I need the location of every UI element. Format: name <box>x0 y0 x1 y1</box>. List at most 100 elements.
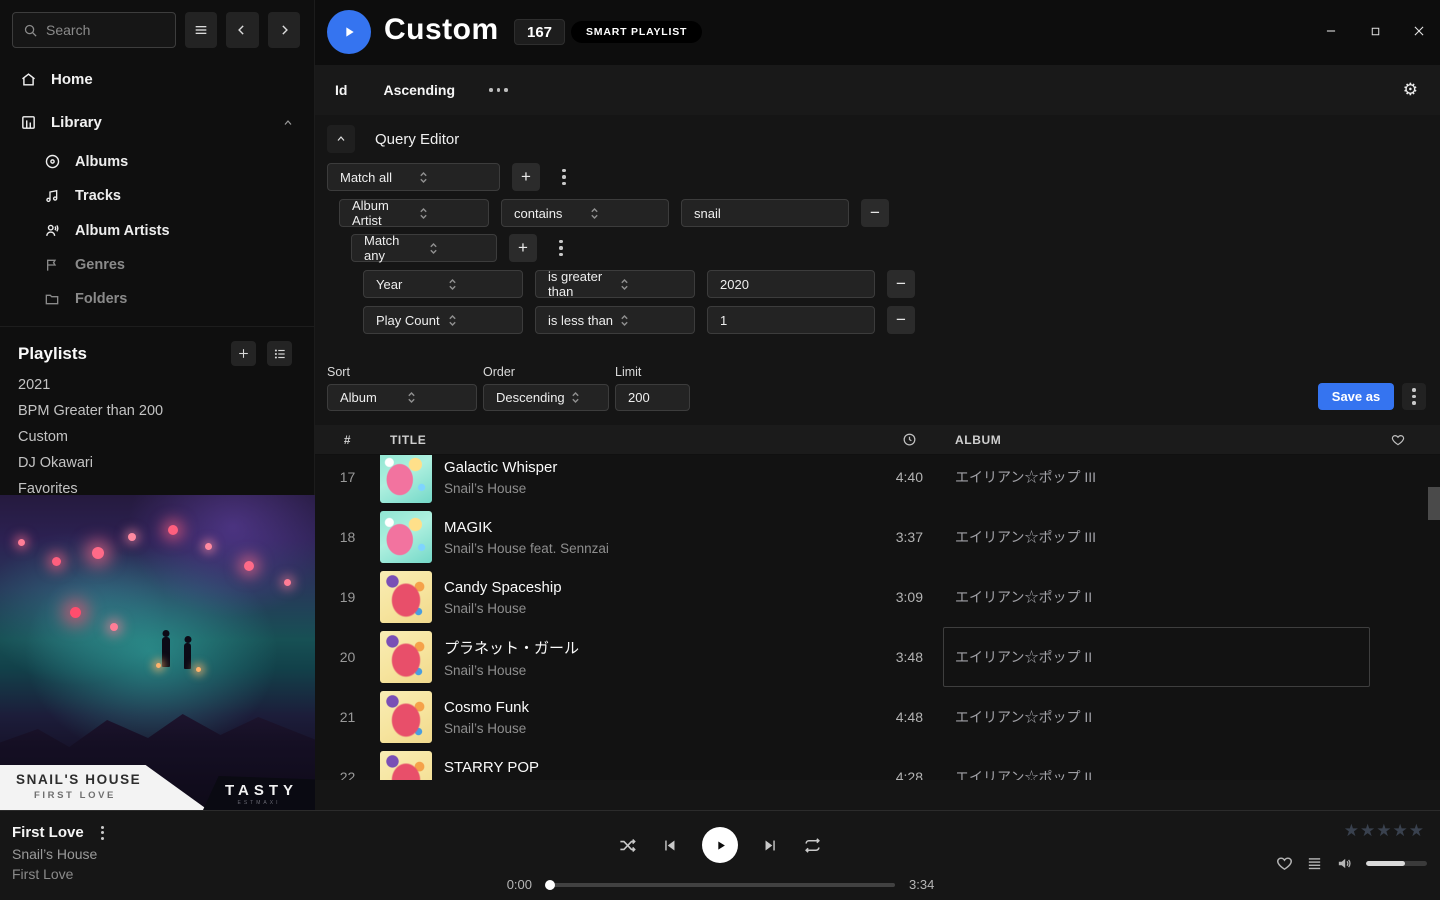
playlist-item[interactable]: DJ Okawari <box>0 450 314 476</box>
track-album[interactable]: エイリアン☆ポップ II <box>955 747 1370 780</box>
remove-rule-button[interactable]: − <box>861 199 889 227</box>
track-row[interactable]: 19 Candy SpaceshipSnail’s House 3:09 エイリ… <box>315 567 1440 627</box>
page-title: Custom <box>384 13 499 47</box>
sidebar-item-genres[interactable]: Genres <box>0 248 314 282</box>
track-row[interactable]: 20 プラネット・ガールSnail’s House 3:48 エイリアン☆ポップ… <box>315 627 1440 687</box>
shuffle-icon[interactable] <box>618 836 637 855</box>
playlist-item[interactable]: BPM Greater than 200 <box>0 398 314 424</box>
sidebar-item-folders[interactable]: Folders <box>0 282 314 316</box>
sidebar-item-album-artists[interactable]: Album Artists <box>0 213 314 248</box>
sidebar-item-tracks[interactable]: Tracks <box>0 179 314 213</box>
root-match-select[interactable]: Match all <box>327 163 500 191</box>
close-button[interactable] <box>1408 18 1430 44</box>
column-favorite[interactable] <box>1370 433 1426 447</box>
rule-operator-select[interactable]: contains <box>501 199 669 227</box>
nav-back-button[interactable] <box>226 12 258 48</box>
save-as-button[interactable]: Save as <box>1318 383 1394 410</box>
track-album[interactable]: エイリアン☆ポップ III <box>955 507 1370 567</box>
scrollbar-thumb[interactable] <box>1428 487 1440 520</box>
nav-forward-button[interactable] <box>268 12 300 48</box>
column-index[interactable]: # <box>315 433 380 447</box>
playlist-item[interactable]: Custom <box>0 424 314 450</box>
selector-icon <box>419 206 480 221</box>
order-select[interactable]: Descending <box>483 384 609 411</box>
track-album[interactable]: エイリアン☆ポップ II <box>955 567 1370 627</box>
add-rule-button[interactable]: + <box>512 163 540 191</box>
rule-field-select[interactable]: Play Count <box>363 306 523 334</box>
track-album-focused-cell[interactable]: エイリアン☆ポップ II <box>943 627 1370 687</box>
lantern-light <box>284 579 291 586</box>
search-box[interactable] <box>12 12 176 48</box>
sidebar-item-home[interactable]: Home <box>0 58 314 101</box>
rule-value-input[interactable] <box>707 270 875 298</box>
track-artist: Snail’s House <box>444 663 843 678</box>
order-label: Order <box>483 365 515 379</box>
smart-playlist-badge: SMART PLAYLIST <box>571 21 702 43</box>
seek-handle[interactable] <box>545 880 555 890</box>
rule-field-select[interactable]: Year <box>363 270 523 298</box>
add-subrule-button[interactable]: + <box>509 234 537 262</box>
favorite-heart-icon[interactable] <box>1276 855 1293 872</box>
star-icon[interactable]: ★ <box>1393 821 1408 841</box>
rule-operator-select[interactable]: is greater than <box>535 270 695 298</box>
sidebar-item-albums[interactable]: Albums <box>0 144 314 179</box>
repeat-icon[interactable] <box>803 836 822 855</box>
queue-icon[interactable] <box>1306 855 1323 872</box>
track-album[interactable]: エイリアン☆ポップ III <box>955 455 1370 507</box>
track-row[interactable]: 18 MAGIKSnail’s House feat. Sennzai 3:37… <box>315 507 1440 567</box>
play-pause-button[interactable] <box>702 827 738 863</box>
seek-bar[interactable] <box>546 883 895 887</box>
minimize-button[interactable] <box>1320 18 1342 44</box>
playlist-list-icon-button[interactable] <box>267 341 292 366</box>
rule-value-input[interactable] <box>707 306 875 334</box>
track-row[interactable]: 22 STARRY POPSnail’s House 4:28 エイリアン☆ポッ… <box>315 747 1440 780</box>
playlist-item[interactable]: 2021 <box>0 372 314 398</box>
star-icon[interactable]: ★ <box>1344 821 1359 841</box>
column-album[interactable]: ALBUM <box>955 433 1370 447</box>
search-input[interactable] <box>46 22 156 38</box>
star-icon[interactable]: ★ <box>1376 821 1391 841</box>
gear-icon[interactable]: ⚙ <box>1403 80 1418 100</box>
remove-rule-button[interactable]: − <box>887 270 915 298</box>
track-album[interactable]: エイリアン☆ポップ II <box>955 687 1370 747</box>
star-icon[interactable]: ★ <box>1409 821 1424 841</box>
rule-operator-select[interactable]: is less than <box>535 306 695 334</box>
subgroup-match-select[interactable]: Match any <box>351 234 497 262</box>
track-title: プラネット・ガール <box>444 637 843 658</box>
remove-rule-button[interactable]: − <box>887 306 915 334</box>
chevron-up-icon[interactable] <box>282 117 294 129</box>
hamburger-icon <box>193 22 209 38</box>
more-options-icon[interactable] <box>489 88 508 92</box>
limit-label: Limit <box>615 365 641 379</box>
column-title[interactable]: TITLE <box>380 433 843 447</box>
track-title: Cosmo Funk <box>444 699 843 716</box>
menu-button[interactable] <box>185 12 217 48</box>
sort-select[interactable]: Album <box>327 384 477 411</box>
volume-slider[interactable] <box>1366 861 1427 866</box>
track-row[interactable]: 21 Cosmo FunkSnail’s House 4:48 エイリアン☆ポッ… <box>315 687 1440 747</box>
next-track-icon[interactable] <box>762 837 779 854</box>
sidebar-item-label: Tracks <box>75 188 121 204</box>
now-playing-album[interactable]: First Love <box>12 866 109 882</box>
subgroup-options-icon[interactable] <box>549 234 573 262</box>
add-playlist-button[interactable] <box>231 341 256 366</box>
sort-order-control[interactable]: Ascending <box>383 82 455 98</box>
play-playlist-button[interactable] <box>327 10 371 54</box>
maximize-button[interactable] <box>1364 18 1386 44</box>
save-options-icon[interactable] <box>1402 383 1426 410</box>
sidebar-item-library[interactable]: Library <box>0 101 314 144</box>
rule-field-select[interactable]: Album Artist <box>339 199 489 227</box>
column-duration[interactable] <box>843 432 923 447</box>
now-playing-options-icon[interactable] <box>97 825 109 841</box>
track-count-badge: 167 <box>514 19 565 45</box>
previous-track-icon[interactable] <box>661 837 678 854</box>
collapse-query-editor-button[interactable] <box>327 125 355 153</box>
sort-field-control[interactable]: Id <box>335 82 347 98</box>
now-playing-artist[interactable]: Snail’s House <box>12 846 109 862</box>
group-options-icon[interactable] <box>552 163 576 191</box>
rule-value-input[interactable] <box>681 199 849 227</box>
limit-input[interactable] <box>615 384 690 411</box>
star-icon[interactable]: ★ <box>1360 821 1375 841</box>
volume-icon[interactable] <box>1336 855 1353 872</box>
track-row[interactable]: 17 Galactic WhisperSnail’s House 4:40 エイ… <box>315 455 1440 507</box>
